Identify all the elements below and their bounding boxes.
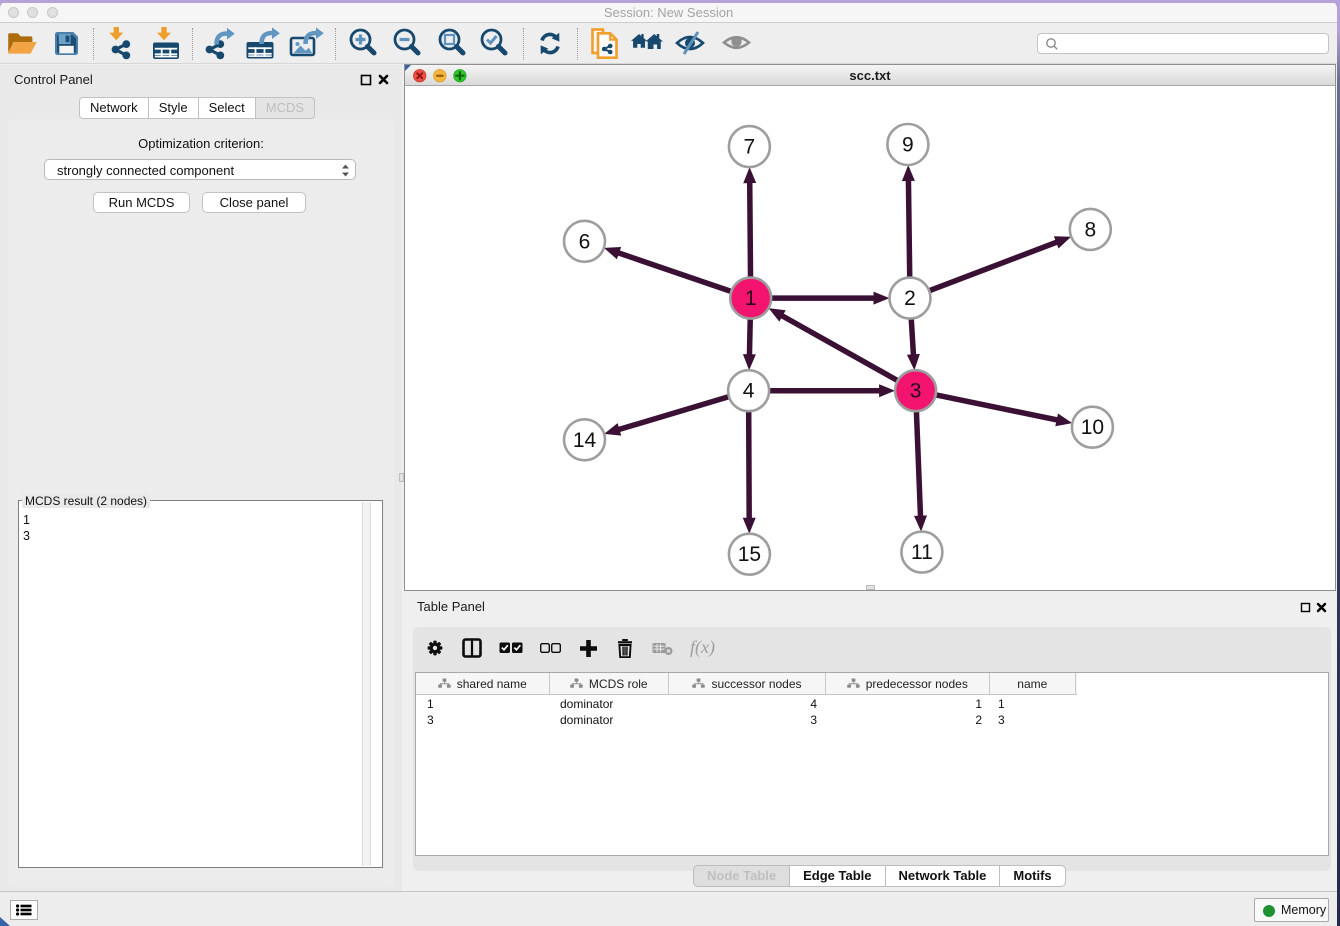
svg-text:2: 2 — [904, 287, 916, 310]
svg-text:1: 1 — [745, 287, 757, 310]
svg-text:15: 15 — [738, 543, 761, 566]
svg-text:10: 10 — [1081, 416, 1104, 439]
svg-text:7: 7 — [744, 136, 756, 159]
svg-text:11: 11 — [911, 541, 933, 564]
svg-text:8: 8 — [1084, 218, 1096, 241]
svg-text:6: 6 — [579, 230, 591, 253]
svg-text:14: 14 — [573, 429, 597, 452]
svg-text:9: 9 — [902, 134, 914, 157]
svg-text:3: 3 — [910, 380, 922, 403]
svg-text:4: 4 — [743, 380, 755, 403]
